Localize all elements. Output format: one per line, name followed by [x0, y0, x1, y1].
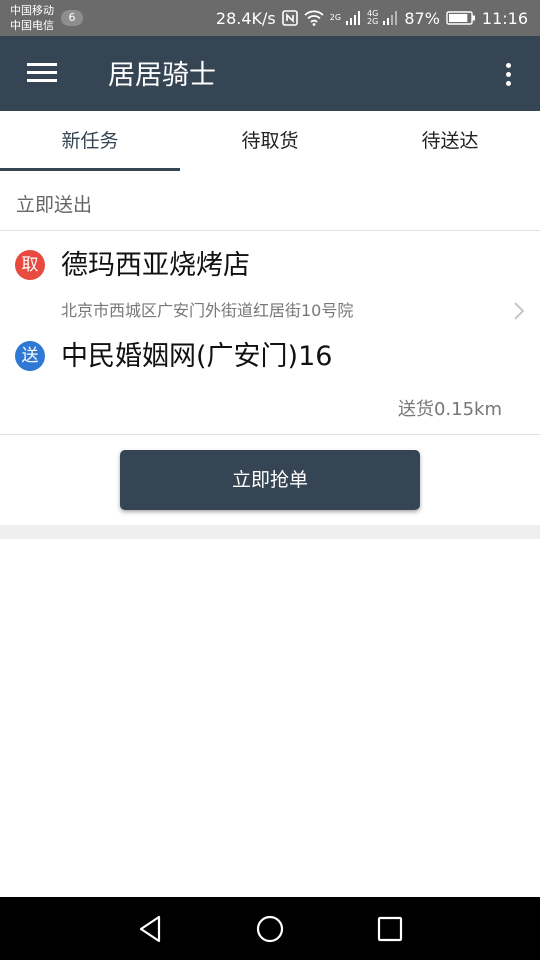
grab-order-button[interactable]: 立即抢单	[120, 450, 420, 510]
signal-icon	[345, 10, 361, 26]
pickup-name: 德玛西亚烧烤店	[61, 250, 250, 281]
chevron-right-icon[interactable]	[512, 301, 526, 325]
carrier-2: 中国电信	[10, 19, 54, 32]
battery-percent: 87%	[404, 8, 440, 28]
hamburger-menu-icon[interactable]	[22, 58, 62, 90]
clock: 11:16	[481, 8, 528, 28]
pickup-address: 北京市西城区广安门外街道红居街10号院	[61, 301, 354, 320]
app-title: 居居骑士	[108, 60, 216, 91]
deliver-badge: 送	[15, 341, 45, 371]
section-header: 立即送出	[0, 171, 540, 231]
delivery-distance: 送货0.15km	[397, 399, 502, 420]
more-vertical-icon[interactable]	[496, 60, 520, 92]
nfc-icon	[281, 10, 298, 26]
recents-icon[interactable]	[370, 911, 410, 947]
divider	[0, 525, 540, 539]
signal-2-label: 4G 2G	[367, 9, 379, 26]
signal-1-label: 2G	[329, 13, 342, 22]
tab-pending-delivery[interactable]: 待送达	[360, 111, 540, 171]
status-bar: 中国移动 中国电信 6 28.4K/s 2G 4G 2G 87% 11:16	[0, 0, 540, 36]
carrier-info: 中国移动 中国电信	[10, 3, 54, 33]
task-card[interactable]: 取 德玛西亚烧烤店 北京市西城区广安门外街道红居街10号院 送 中民婚姻网(广安…	[0, 231, 540, 435]
pickup-badge: 取	[15, 250, 45, 280]
net-speed: 28.4K/s	[215, 8, 276, 28]
tab-new-tasks[interactable]: 新任务	[0, 111, 180, 171]
section-title: 立即送出	[16, 194, 93, 216]
signal-icon	[382, 10, 398, 26]
battery-icon	[446, 10, 476, 26]
status-icons: 28.4K/s 2G 4G 2G 87% 11:16	[216, 0, 528, 36]
carrier-1: 中国移动	[10, 4, 54, 17]
back-icon[interactable]	[130, 911, 170, 947]
wifi-icon	[304, 10, 324, 26]
carrier-badge: 6	[61, 10, 83, 26]
tab-bar: 新任务 待取货 待送达	[0, 111, 540, 171]
app-bar: 居居骑士	[0, 36, 540, 111]
home-icon[interactable]	[250, 911, 290, 947]
tab-pending-pickup[interactable]: 待取货	[180, 111, 360, 171]
deliver-name: 中民婚姻网(广安门)16	[61, 341, 333, 372]
navigation-bar	[0, 897, 540, 960]
